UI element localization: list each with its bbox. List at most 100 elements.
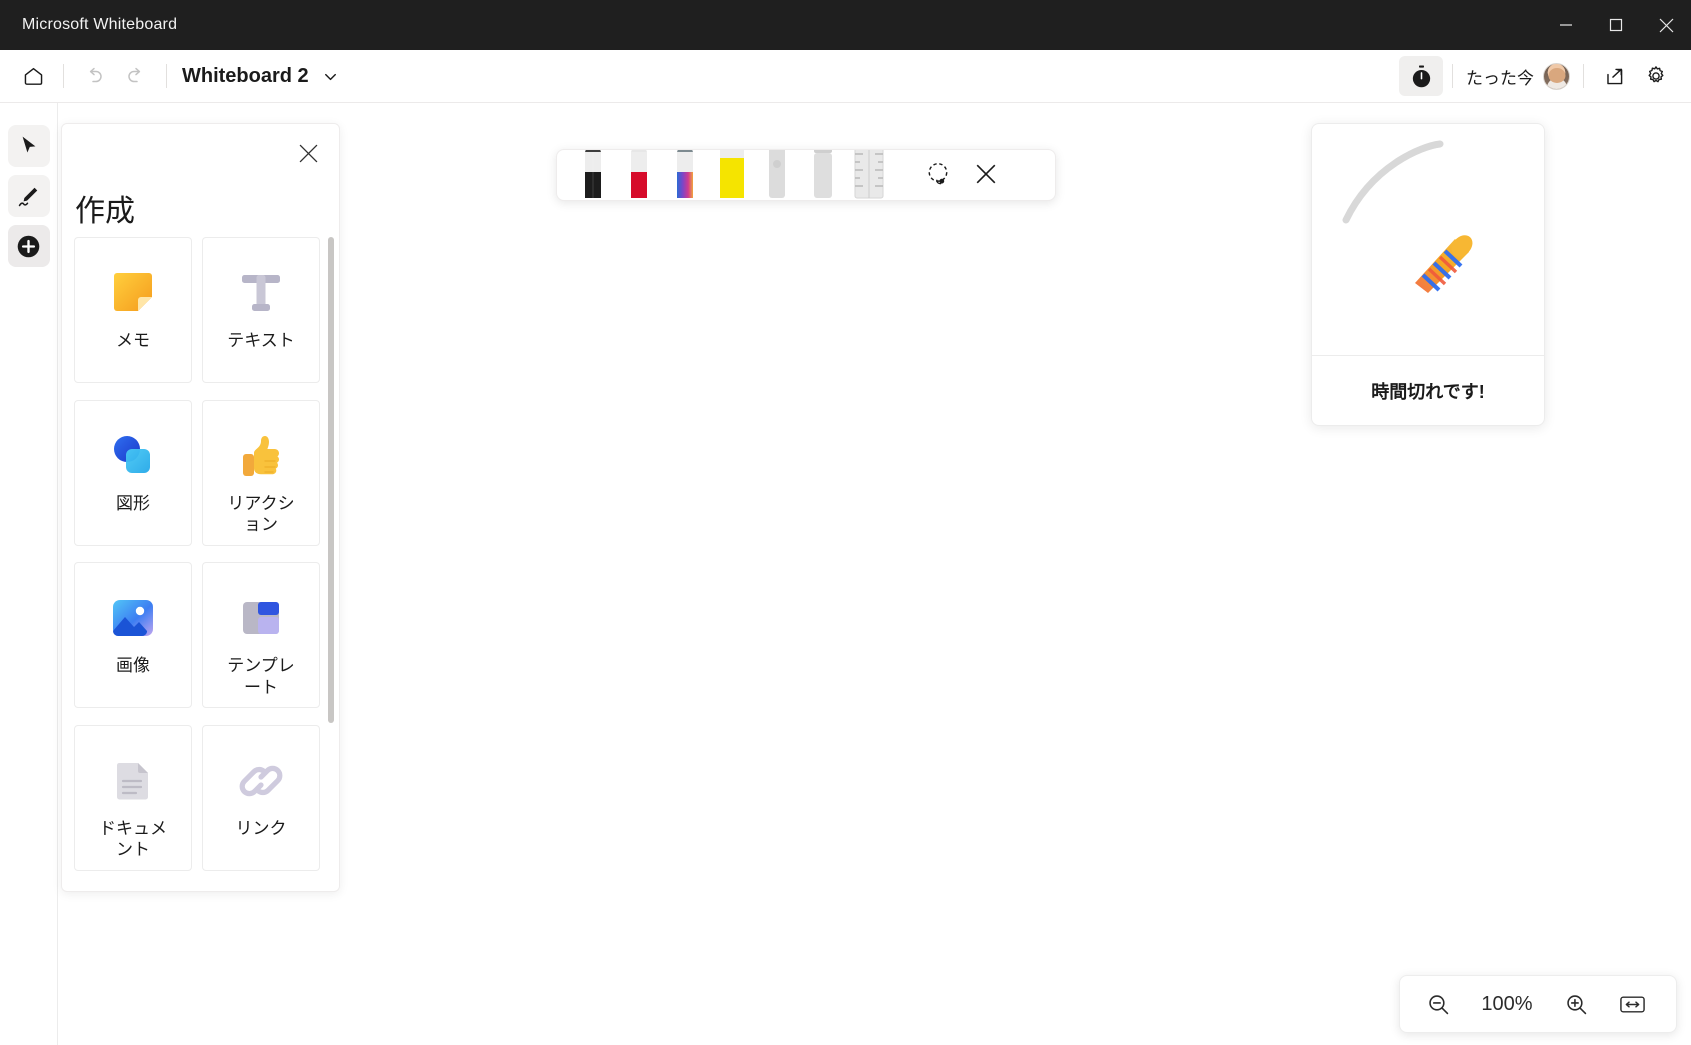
close-pen-toolbar-button[interactable] <box>963 150 1009 200</box>
close-window-button[interactable] <box>1641 0 1691 50</box>
lasso-select-icon <box>928 162 947 184</box>
create-card-shapes[interactable]: 図形 <box>74 399 192 546</box>
cursor-arrow-icon <box>22 136 35 153</box>
toolbar-divider-1 <box>63 64 64 88</box>
maximize-button[interactable] <box>1591 0 1641 50</box>
highlighter-icon <box>720 150 744 198</box>
sidebar-item-create[interactable] <box>7 225 50 267</box>
eraser-large-button[interactable] <box>801 150 845 200</box>
pen-icon <box>18 187 38 206</box>
pen-red-icon <box>631 150 647 198</box>
create-card-label: リンク <box>235 818 287 838</box>
pen-black-icon <box>585 150 601 198</box>
create-card-image[interactable]: 画像 <box>74 562 192 708</box>
create-panel: 作成 メモ テキスト 図形 リアクション 画像 テンプレート ドキュメント リン… <box>61 123 340 892</box>
pen-rainbow-icon <box>677 150 693 198</box>
text-icon <box>234 262 288 324</box>
ruler-button[interactable] <box>847 150 891 200</box>
create-card-reaction[interactable]: リアクション <box>202 399 320 546</box>
document-title[interactable]: Whiteboard 2 <box>182 65 309 88</box>
page-title: 作成 <box>75 195 135 228</box>
shapes-icon <box>105 425 161 487</box>
whiteboard-app: Microsoft Whiteboard Whiteboard 2 たった今 作… <box>0 0 1691 1045</box>
create-card-label: テキスト <box>227 331 295 350</box>
zoom-controls: 100% <box>1399 975 1677 1033</box>
sticky-note-icon <box>105 262 161 324</box>
close-icon <box>1659 18 1673 32</box>
party-popper-icon <box>1415 234 1473 293</box>
create-card-template[interactable]: テンプレート <box>202 562 320 708</box>
tool-rail <box>0 103 58 1045</box>
eraser-small-button[interactable] <box>755 150 799 200</box>
pen-red-button[interactable] <box>617 150 661 200</box>
create-card-label: テンプレート <box>227 656 295 697</box>
minimize-button[interactable] <box>1541 0 1591 50</box>
presence-indicator[interactable]: たった今 <box>1462 62 1574 90</box>
sidebar-item-ink[interactable] <box>7 175 50 217</box>
lasso-select-button[interactable] <box>915 150 961 200</box>
create-panel-scrollbar[interactable] <box>328 237 334 877</box>
close-icon <box>299 144 317 162</box>
ruler-icon <box>854 150 884 199</box>
create-card-label: メモ <box>116 331 150 350</box>
home-button[interactable] <box>12 55 54 97</box>
zoom-out-button[interactable] <box>1412 982 1464 1026</box>
gear-icon <box>1648 66 1664 83</box>
toolbar-divider-3 <box>1452 64 1453 88</box>
thumbs-up-icon <box>234 425 288 487</box>
timer-button[interactable] <box>1399 56 1443 96</box>
window-titlebar: Microsoft Whiteboard <box>0 0 1691 50</box>
zoom-in-icon <box>1566 994 1586 1014</box>
eraser-small-icon <box>769 150 785 198</box>
create-card-grid: メモ テキスト 図形 リアクション 画像 テンプレート ドキュメント リンク <box>74 237 320 877</box>
share-icon <box>1606 68 1622 84</box>
command-bar: Whiteboard 2 たった今 <box>0 50 1691 103</box>
link-icon <box>234 750 288 812</box>
create-card-label: 図形 <box>116 493 150 513</box>
timer-caption: 時間切れです! <box>1371 382 1485 402</box>
home-icon <box>24 67 42 85</box>
create-card-label: リアクション <box>227 493 295 535</box>
plus-circle-icon <box>17 235 40 257</box>
create-card-text[interactable]: テキスト <box>202 237 320 383</box>
minimize-icon <box>1560 24 1572 26</box>
sidebar-item-select[interactable] <box>7 125 50 167</box>
create-card-document[interactable]: ドキュメント <box>74 724 192 871</box>
document-title-menu-button[interactable] <box>321 67 340 86</box>
create-card-note[interactable]: メモ <box>74 237 192 383</box>
window-controls <box>1541 0 1691 50</box>
settings-button[interactable] <box>1635 55 1677 97</box>
eraser-large-icon <box>814 150 832 198</box>
highlighter-yellow-button[interactable] <box>709 150 753 200</box>
document-icon <box>108 750 158 812</box>
scrollbar-thumb[interactable] <box>328 237 334 723</box>
timer-visual <box>1312 124 1544 356</box>
image-icon <box>106 587 160 649</box>
fit-to-screen-icon <box>1619 995 1645 1013</box>
create-card-label: 画像 <box>116 656 150 675</box>
redo-button[interactable] <box>115 55 157 97</box>
zoom-in-button[interactable] <box>1550 982 1602 1026</box>
close-icon <box>976 164 996 184</box>
create-card-label: ドキュメント <box>99 818 167 860</box>
pen-rainbow-button[interactable] <box>663 150 707 200</box>
create-card-link[interactable]: リンク <box>202 724 320 871</box>
timer-card[interactable]: 時間切れです! <box>1311 123 1545 426</box>
share-button[interactable] <box>1593 55 1635 97</box>
pen-black-button[interactable] <box>571 150 615 200</box>
undo-button[interactable] <box>73 55 115 97</box>
pen-toolbar <box>556 149 1056 201</box>
app-title: Microsoft Whiteboard <box>22 16 178 33</box>
presence-label: たった今 <box>1466 68 1534 88</box>
avatar[interactable] <box>1543 62 1570 90</box>
fit-to-screen-button[interactable] <box>1606 982 1658 1026</box>
close-create-panel-button[interactable] <box>289 134 327 172</box>
zoom-out-icon <box>1428 994 1448 1014</box>
template-icon <box>236 587 286 649</box>
stopwatch-icon <box>1412 64 1430 87</box>
maximize-icon <box>1609 18 1623 32</box>
toolbar-divider-2 <box>166 64 167 88</box>
command-bar-right-group: たった今 <box>1399 55 1691 97</box>
toolbar-divider-4 <box>1583 64 1584 88</box>
zoom-level[interactable]: 100% <box>1468 993 1546 1016</box>
